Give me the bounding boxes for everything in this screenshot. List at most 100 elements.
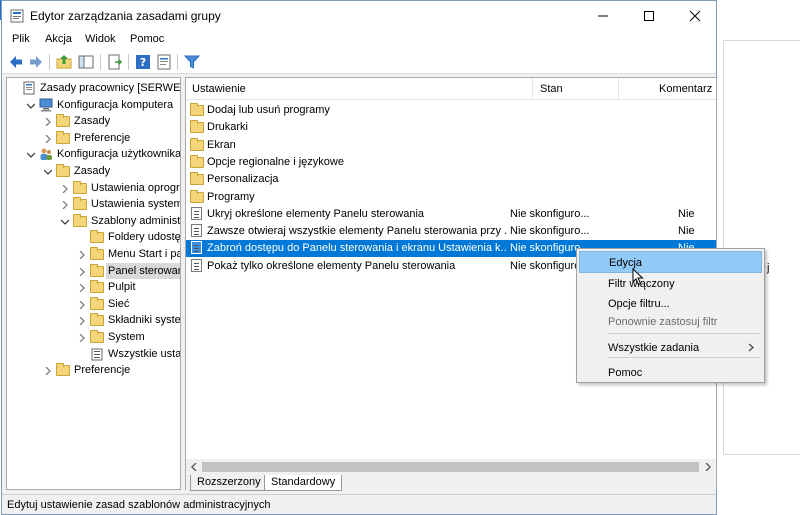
expanded-chevron-icon[interactable]: [60, 217, 70, 225]
tree-item-label: Preferencje: [74, 364, 131, 377]
setting-name: Dodaj lub usuń programy: [207, 104, 330, 116]
tree-item[interactable]: Panel sterowania: [7, 262, 180, 280]
context-menu-item[interactable]: Wszystkie zadania: [579, 337, 762, 359]
collapsed-chevron-icon[interactable]: [78, 267, 86, 277]
tree-item[interactable]: Zasady: [7, 163, 180, 180]
setting-name: Pokaż tylko określone elementy Panelu st…: [207, 259, 456, 272]
close-button[interactable]: [672, 1, 718, 30]
back-arrow-icon[interactable]: [7, 53, 25, 71]
tree-item[interactable]: Pulpit: [7, 279, 180, 296]
tab-extended[interactable]: Rozszerzony: [190, 475, 268, 491]
folder-icon: [190, 120, 204, 134]
minimize-button[interactable]: [580, 1, 626, 30]
menu-plik[interactable]: Plik: [12, 33, 30, 45]
scroll-left-icon[interactable]: [190, 463, 198, 471]
collapsed-chevron-icon[interactable]: [78, 283, 86, 293]
tree-item-label: Ustawienia oprogram: [91, 181, 180, 194]
users-icon: [39, 147, 53, 161]
folder-row[interactable]: Ekran: [186, 137, 716, 154]
collapsed-chevron-icon[interactable]: [44, 134, 52, 144]
folder-row[interactable]: Programy: [186, 189, 716, 206]
tree-item[interactable]: Składniki systemu: [7, 312, 180, 329]
setting-name: Opcje regionalne i językowe: [207, 155, 344, 168]
tree-item[interactable]: Foldery udostępn: [7, 229, 181, 246]
tree-item[interactable]: Menu Start i pase: [7, 246, 180, 263]
folder-icon: [73, 180, 87, 195]
setting-name: Zabroń dostępu do Panelu sterowania i ek…: [207, 242, 507, 255]
collapsed-chevron-icon[interactable]: [44, 117, 52, 127]
expanded-chevron-icon[interactable]: [26, 101, 36, 109]
folder-icon: [56, 164, 70, 178]
setting-row[interactable]: Zawsze otwieraj wszystkie elementy Panel…: [186, 223, 716, 240]
context-menu-item-label: Pomoc: [608, 367, 643, 379]
tree-item[interactable]: Szablony administrac: [7, 213, 181, 230]
folder-row[interactable]: Dodaj lub usuń programy: [186, 102, 716, 119]
forward-arrow-icon[interactable]: [27, 53, 45, 71]
tree-item-label: Foldery udostępn: [108, 231, 181, 244]
tree-item[interactable]: Ustawienia systemu W: [7, 196, 180, 213]
collapsed-chevron-icon[interactable]: [44, 366, 52, 376]
show-hide-tree-icon[interactable]: [77, 53, 95, 71]
collapsed-chevron-icon[interactable]: [78, 333, 86, 343]
filter-icon[interactable]: [183, 53, 201, 71]
properties-icon[interactable]: [155, 53, 173, 71]
tree-item[interactable]: Wszystkie ustawie: [7, 346, 181, 363]
scrollbar-thumb[interactable]: [202, 462, 699, 472]
toolbar: ?: [2, 50, 716, 74]
up-folder-icon[interactable]: [55, 53, 73, 71]
column-header-state[interactable]: Stan: [540, 83, 563, 95]
collapsed-chevron-icon[interactable]: [61, 184, 69, 194]
tree-item[interactable]: Ustawienia oprogram: [7, 180, 180, 197]
folder-icon: [73, 197, 87, 211]
folder-row[interactable]: Opcje regionalne i językowe: [186, 154, 716, 171]
setting-comment: Nie: [678, 207, 695, 220]
minimize-icon: [598, 15, 608, 17]
tab-standard[interactable]: Standardowy: [264, 475, 343, 491]
tree-pane[interactable]: Zasady pracownicy [SERWER.SC Konfiguracja…: [6, 77, 181, 490]
column-separator[interactable]: [618, 78, 619, 100]
folder-row[interactable]: Drukarki: [186, 119, 716, 136]
tree-item[interactable]: Zasady: [7, 113, 180, 130]
tree-item[interactable]: Preferencje: [7, 130, 180, 147]
computer-icon: [39, 98, 53, 112]
tree-item[interactable]: Konfiguracja komputera: [7, 97, 180, 114]
expanded-chevron-icon[interactable]: [26, 150, 36, 159]
setting-name: Ukryj określone elementy Panelu sterowan…: [207, 207, 425, 220]
title-bar[interactable]: Edytor zarządzania zasadami grupy: [2, 1, 716, 30]
export-list-icon[interactable]: [106, 53, 124, 71]
tree-item[interactable]: Preferencje: [7, 362, 180, 379]
tree-item[interactable]: Sieć: [7, 296, 180, 313]
expanded-chevron-icon[interactable]: [43, 167, 53, 175]
help-icon[interactable]: ?: [134, 53, 152, 71]
collapsed-chevron-icon[interactable]: [78, 250, 86, 260]
scroll-right-icon[interactable]: [704, 463, 712, 471]
horizontal-scrollbar[interactable]: [186, 459, 716, 475]
collapsed-chevron-icon[interactable]: [61, 200, 69, 210]
menu-widok[interactable]: Widok: [85, 33, 116, 45]
menu-pomoc[interactable]: Pomoc: [130, 33, 164, 45]
collapsed-chevron-icon[interactable]: [78, 316, 86, 326]
setting-comment: Nie: [678, 225, 695, 238]
tree-item[interactable]: Zasady pracownicy [SERWER.SC: [7, 80, 180, 97]
folder-icon: [190, 137, 204, 152]
column-separator[interactable]: [532, 78, 533, 100]
tree-item[interactable]: System: [7, 329, 180, 346]
setting-row[interactable]: Ukryj określone elementy Panelu sterowan…: [186, 206, 716, 223]
folder-row[interactable]: Personalizacja: [186, 171, 716, 188]
tree-item[interactable]: Konfiguracja użytkownika: [7, 146, 180, 163]
menu-akcja[interactable]: Akcja: [45, 33, 72, 45]
maximize-icon: [644, 11, 654, 21]
setting-state: Nie skonfiguro: [510, 259, 581, 272]
context-menu-item[interactable]: Ponownie zastosuj filtr: [579, 311, 762, 333]
maximize-button[interactable]: [626, 1, 672, 30]
collapsed-chevron-icon[interactable]: [78, 300, 86, 310]
context-menu-item[interactable]: Filtr włączony: [579, 273, 762, 295]
tree-item-label: Wszystkie ustawie: [108, 347, 181, 360]
column-header-comment[interactable]: Komentarz: [659, 83, 712, 95]
tree-item-label: Szablony administrac: [91, 214, 181, 227]
context-menu-item[interactable]: Edycja: [579, 251, 762, 273]
context-menu-item[interactable]: Pomoc: [579, 362, 762, 384]
toolbar-separator: [177, 54, 178, 70]
folder-icon: [90, 263, 104, 278]
column-header-setting[interactable]: Ustawienie: [192, 83, 246, 95]
